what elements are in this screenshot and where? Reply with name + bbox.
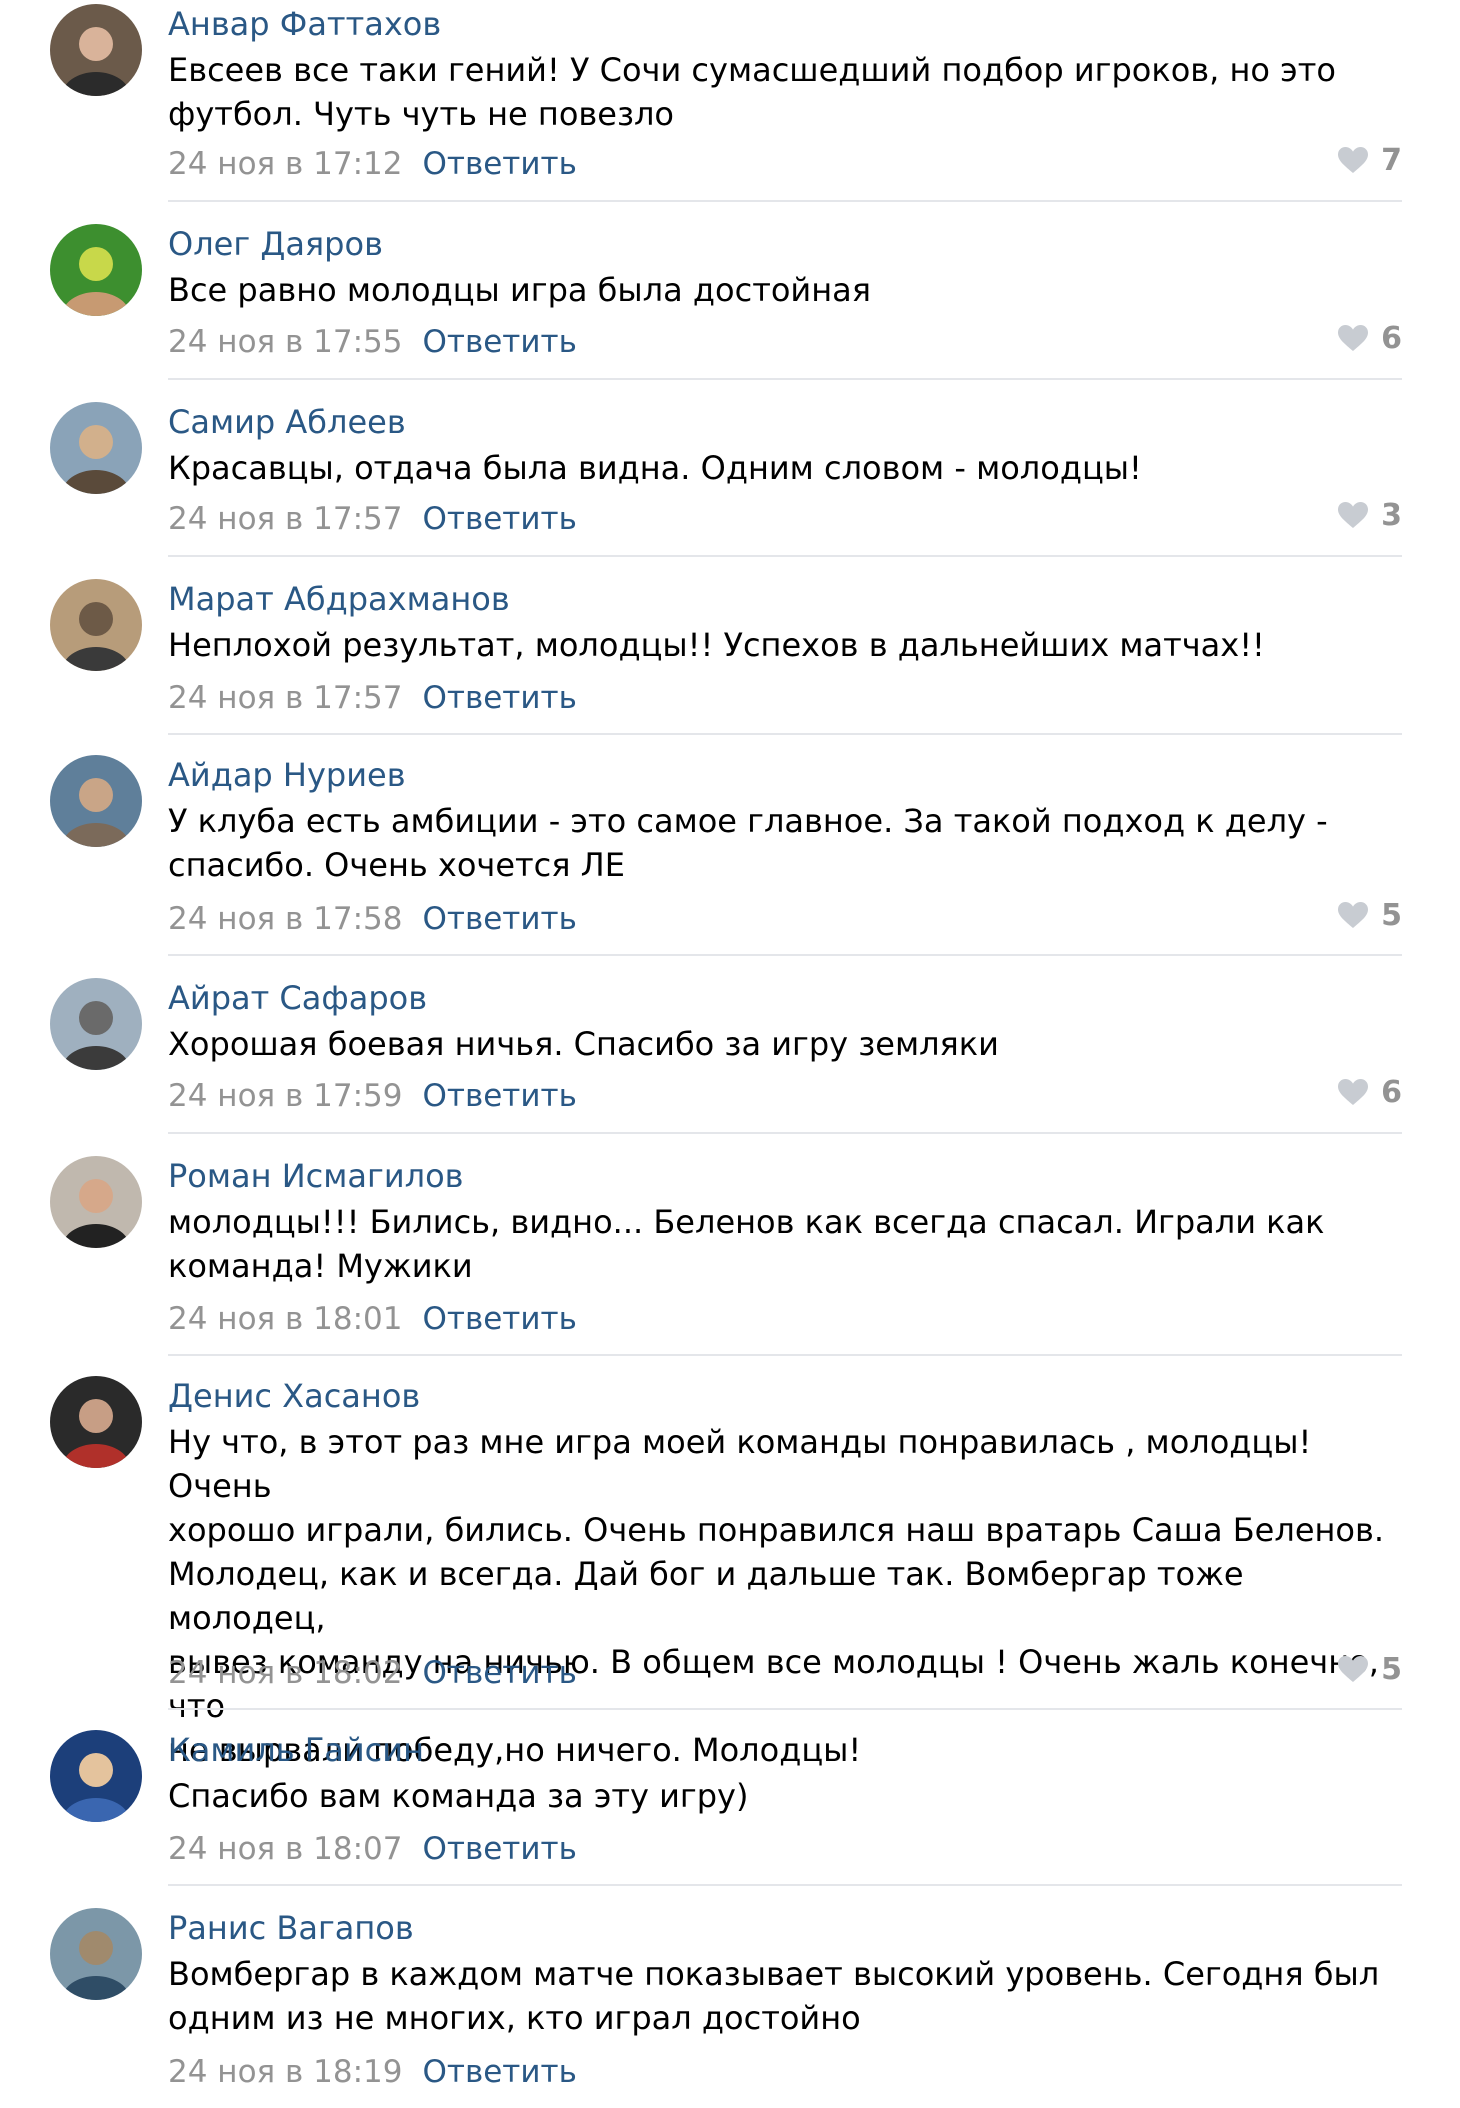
reply-link[interactable]: Ответить [423,146,577,182]
comment-author-link[interactable]: Роман Исмагилов [168,1154,464,1198]
reply-link[interactable]: Ответить [423,324,577,360]
comment-author-link[interactable]: Денис Хасанов [168,1374,420,1418]
comment-divider [168,378,1402,380]
heart-icon [1337,901,1369,929]
comment-author-link[interactable]: Олег Даяров [168,222,383,266]
avatar[interactable] [50,1376,142,1468]
reply-link[interactable]: Ответить [423,901,577,937]
comment-divider [168,733,1402,735]
comment-text: Красавцы, отдача была видна. Одним слово… [168,449,1142,487]
like-count: 5 [1381,1651,1402,1687]
reply-link[interactable]: Ответить [423,1655,577,1691]
comment-meta: 24 ноя в 17:58 Ответить [168,897,577,941]
avatar[interactable] [50,224,142,316]
comment-date[interactable]: 24 ноя в 17:58 [168,901,403,937]
avatar[interactable] [50,1730,142,1822]
like-count: 3 [1381,497,1402,533]
comment-meta: 24 ноя в 18:01 Ответить [168,1297,577,1341]
heart-icon [1337,501,1369,529]
comment-date[interactable]: 24 ноя в 17:55 [168,324,403,360]
comment-text: У клуба есть амбиции - это самое главное… [168,802,1328,884]
comment-meta: 24 ноя в 17:55 Ответить [168,320,577,364]
comment-meta: 24 ноя в 17:57 Ответить [168,497,577,541]
avatar[interactable] [50,1908,142,2000]
comment-meta: 24 ноя в 17:57 Ответить [168,676,577,720]
avatar[interactable] [50,755,142,847]
comment-author-link[interactable]: Марат Абдрахманов [168,577,510,621]
avatar[interactable] [50,579,142,671]
avatar[interactable] [50,4,142,96]
reply-link[interactable]: Ответить [423,501,577,537]
like-button[interactable]: 5 [1337,1647,1402,1691]
comment-text: Вомбергар в каждом матче показывает высо… [168,1955,1380,2037]
comment-divider [168,555,1402,557]
comment-divider [168,1132,1402,1134]
comment-date[interactable]: 24 ноя в 17:57 [168,680,403,716]
like-count: 6 [1381,320,1402,356]
like-count: 5 [1381,897,1402,933]
comment-author-link[interactable]: Ранис Вагапов [168,1906,414,1950]
like-count: 7 [1381,142,1402,178]
comment-date[interactable]: 24 ноя в 18:01 [168,1301,403,1337]
like-button[interactable]: 5 [1337,893,1402,937]
reply-link[interactable]: Ответить [423,2054,577,2090]
comment-text: Евсеев все таки гений! У Сочи сумасшедши… [168,51,1336,133]
avatar[interactable] [50,1156,142,1248]
like-button[interactable]: 7 [1337,138,1402,182]
heart-icon [1337,1078,1369,1106]
heart-icon [1337,1655,1369,1683]
avatar[interactable] [50,978,142,1070]
comment-divider [168,200,1402,202]
comment-text: Неплохой результат, молодцы!! Успехов в … [168,626,1265,664]
reply-link[interactable]: Ответить [423,1301,577,1337]
comment-meta: 24 ноя в 18:07 Ответить [168,1827,577,1871]
heart-icon [1337,324,1369,352]
comment-divider [168,954,1402,956]
comment-date[interactable]: 24 ноя в 17:59 [168,1078,403,1114]
like-button[interactable]: 3 [1337,493,1402,537]
heart-icon [1337,146,1369,174]
reply-link[interactable]: Ответить [423,1831,577,1867]
comment-date[interactable]: 24 ноя в 18:19 [168,2054,403,2090]
avatar[interactable] [50,402,142,494]
comment-date[interactable]: 24 ноя в 18:07 [168,1831,403,1867]
comment-meta: 24 ноя в 17:59 Ответить [168,1074,577,1118]
like-count: 6 [1381,1074,1402,1110]
comment-text: Хорошая боевая ничья. Спасибо за игру зе… [168,1025,999,1063]
comment-date[interactable]: 24 ноя в 18:02 [168,1655,403,1691]
comment-author-link[interactable]: Анвар Фаттахов [168,2,441,46]
reply-link[interactable]: Ответить [423,680,577,716]
comment-meta: 24 ноя в 18:19 Ответить [168,2050,577,2094]
comment-text: Ну что, в этот раз мне игра моей команды… [168,1423,1385,1769]
comment-date[interactable]: 24 ноя в 17:12 [168,146,403,182]
comment-divider [168,1884,1402,1886]
comment-author-link[interactable]: Самир Аблеев [168,400,406,444]
comment-author-link[interactable]: Айрат Сафаров [168,976,427,1020]
comment-author-link[interactable]: Камиль Гайсин [168,1728,424,1772]
comment-author-link[interactable]: Айдар Нуриев [168,753,406,797]
comment-text: Все равно молодцы игра была достойная [168,271,871,309]
comment-divider [168,1354,1402,1356]
reply-link[interactable]: Ответить [423,1078,577,1114]
like-button[interactable]: 6 [1337,1070,1402,1114]
comment-meta: 24 ноя в 18:02 Ответить [168,1651,577,1695]
comment-text: Спасибо вам команда за эту игру) [168,1777,749,1815]
comment-date[interactable]: 24 ноя в 17:57 [168,501,403,537]
like-button[interactable]: 6 [1337,316,1402,360]
comment-text: молодцы!!! Бились, видно... Беленов как … [168,1203,1325,1285]
comment-meta: 24 ноя в 17:12 Ответить [168,142,577,186]
comment-divider [168,1708,1402,1710]
